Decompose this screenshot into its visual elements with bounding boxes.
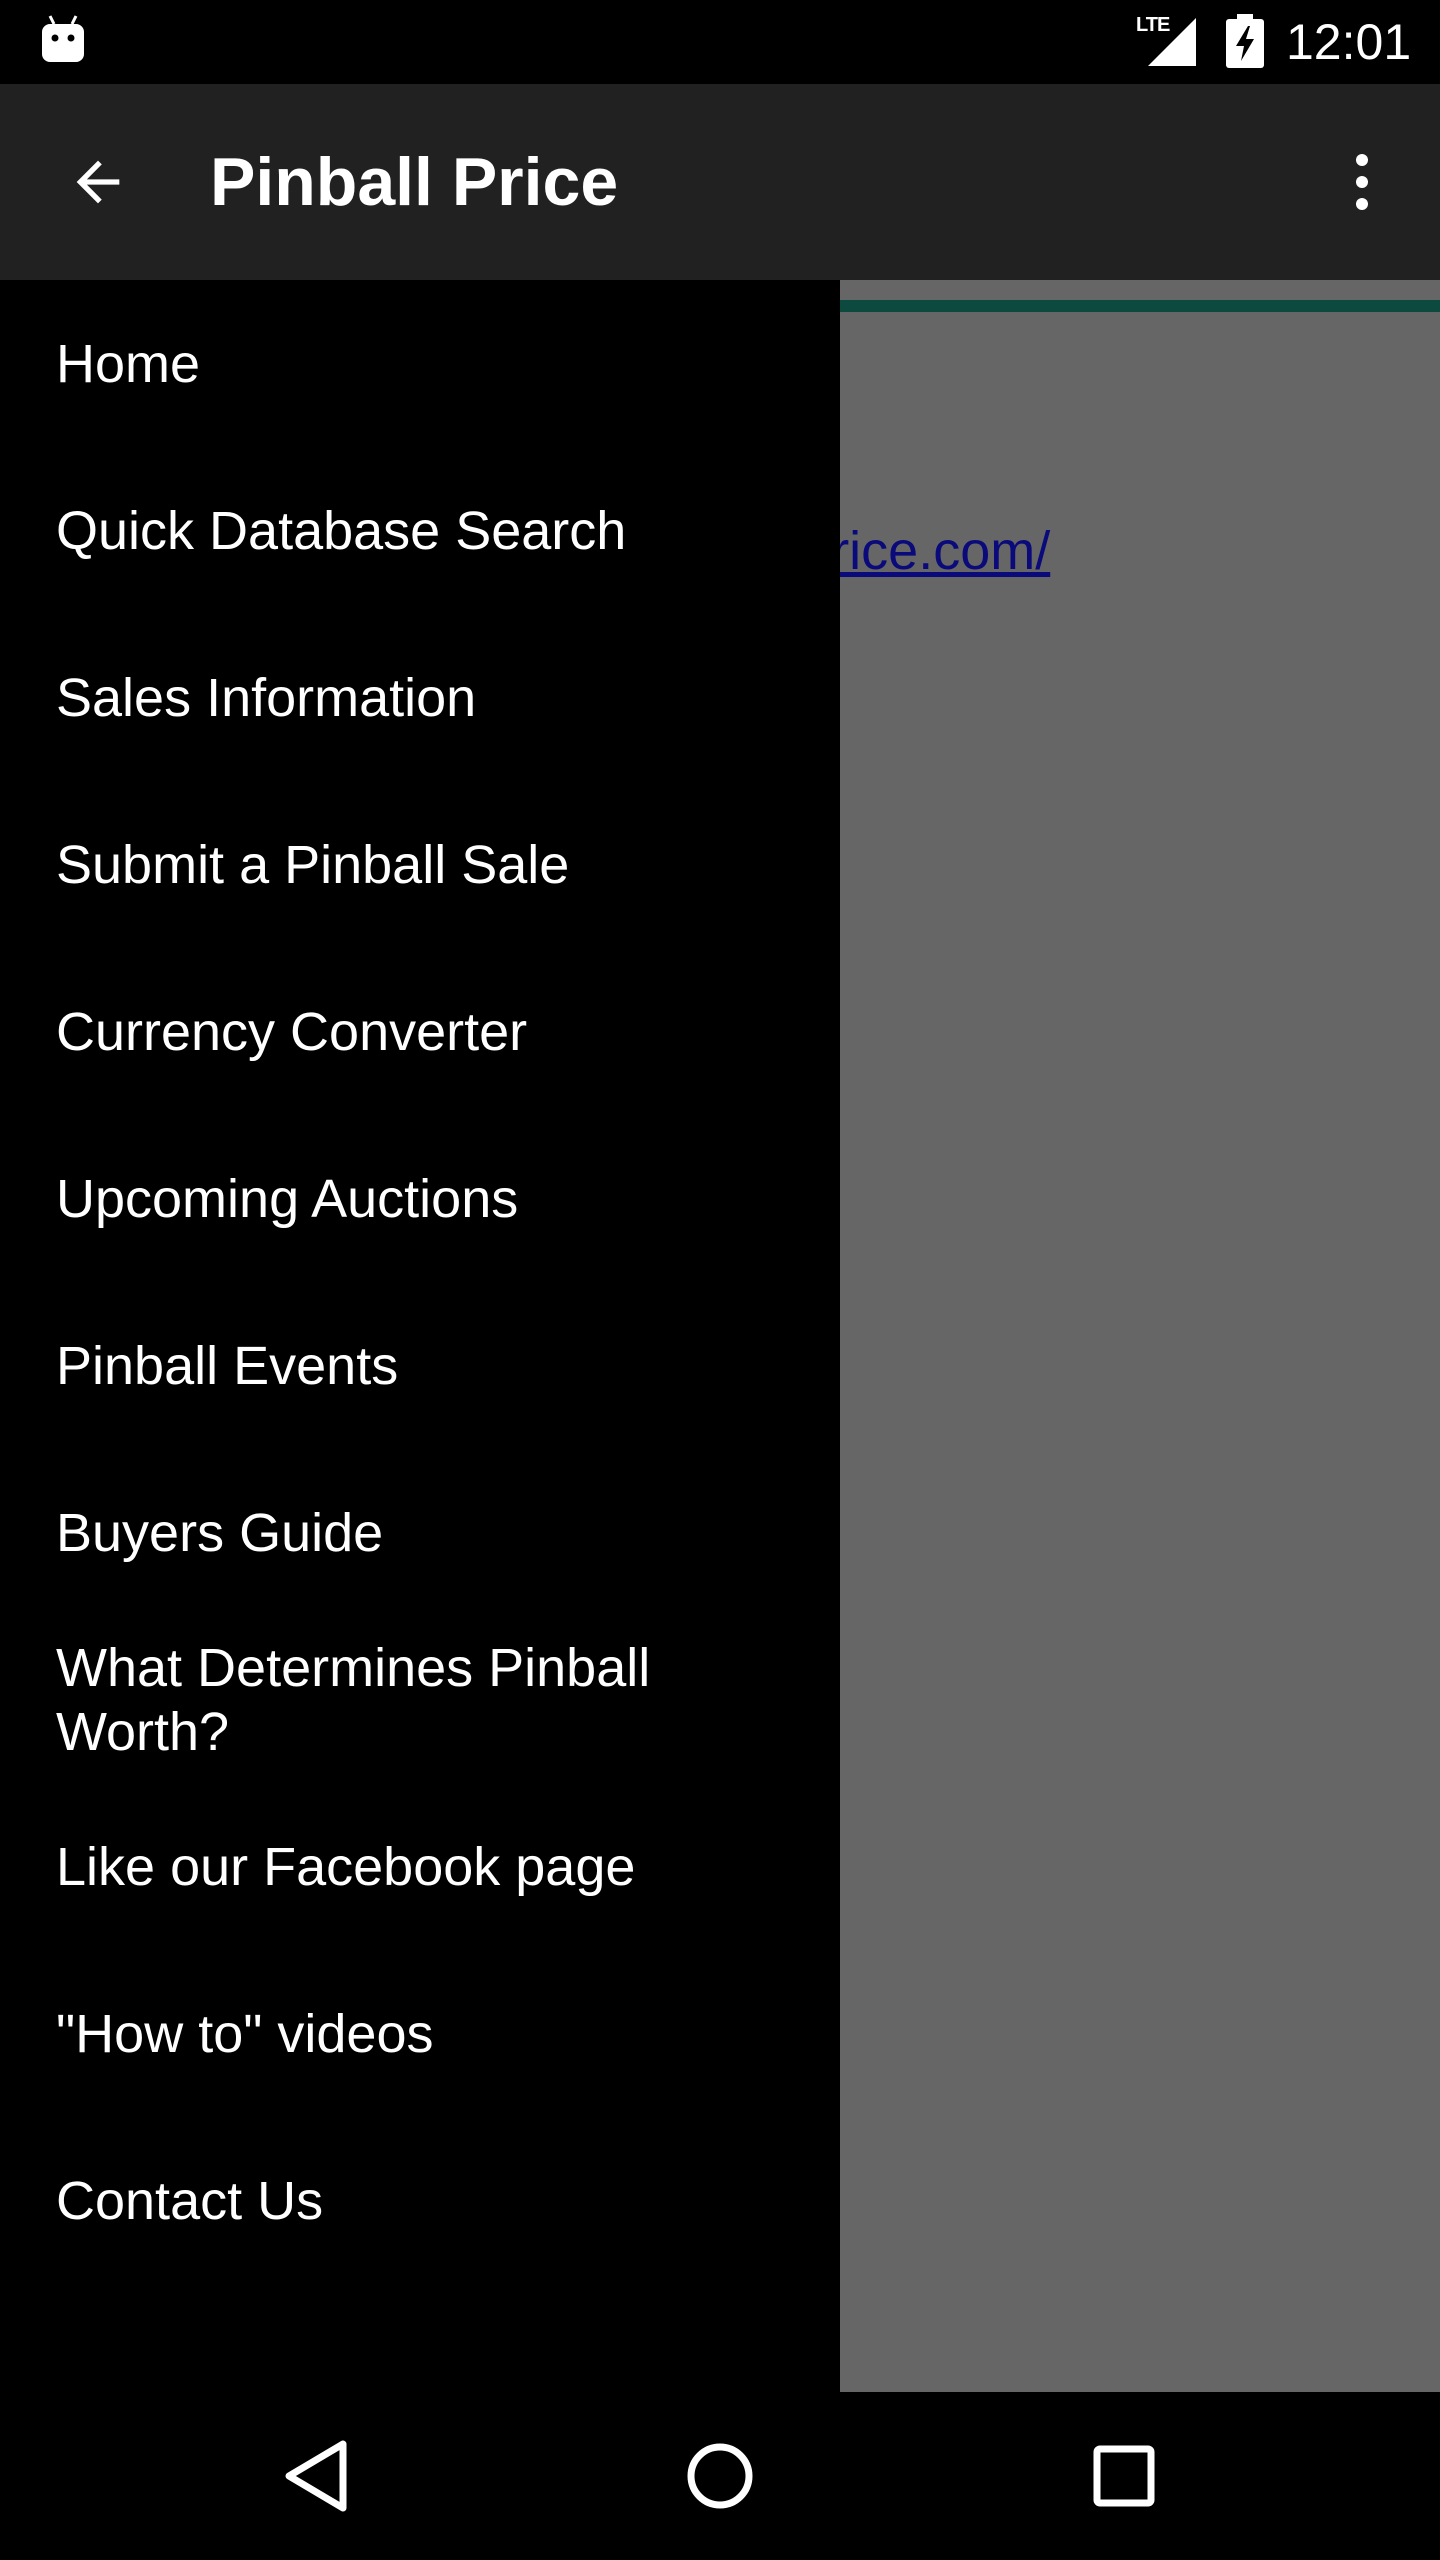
drawer-item-sales-information[interactable]: Sales Information [0,614,840,781]
nav-recents-button[interactable] [1074,2426,1174,2526]
nav-back-button[interactable] [266,2426,366,2526]
navigation-drawer: Home Quick Database Search Sales Informa… [0,280,840,2392]
drawer-item-label: Buyers Guide [56,1502,384,1563]
drawer-item-pinball-events[interactable]: Pinball Events [0,1282,840,1449]
drawer-item-label: Like our Facebook page [56,1836,636,1897]
page-title: Pinball Price [210,144,619,220]
nav-home-button[interactable] [670,2426,770,2526]
drawer-item-label: Contact Us [56,2170,324,2231]
system-navigation-bar [0,2392,1440,2560]
drawer-item-upcoming-auctions[interactable]: Upcoming Auctions [0,1115,840,1282]
more-vert-icon [1356,154,1368,210]
drawer-item-label: What Determines Pinball Worth? [56,1637,651,1762]
status-bar: LTE 12:01 [0,0,1440,84]
lte-signal-icon: LTE [1136,14,1198,68]
status-time: 12:01 [1286,14,1412,70]
drawer-item-label: Currency Converter [56,1001,528,1062]
home-circle-icon [687,2443,753,2509]
drawer-item-facebook-page[interactable]: Like our Facebook page [0,1783,840,1950]
app-toolbar: Pinball Price [0,84,1440,280]
drawer-item-label: Upcoming Auctions [56,1168,519,1229]
screen: LTE 12:01 Pinball Price Home Quick Datab… [0,0,1440,2560]
drawer-item-label: "How to" videos [56,2003,434,2064]
drawer-item-quick-database-search[interactable]: Quick Database Search [0,447,840,614]
arrow-back-icon [76,160,120,204]
drawer-item-submit-pinball-sale[interactable]: Submit a Pinball Sale [0,781,840,948]
drawer-item-label: Quick Database Search [56,500,627,561]
android-icon [42,15,84,62]
drawer-item-label: Submit a Pinball Sale [56,834,570,895]
drawer-item-what-determines-pinball-worth[interactable]: What Determines Pinball Worth? [0,1616,840,1783]
drawer-item-currency-converter[interactable]: Currency Converter [0,948,840,1115]
more-options-button[interactable] [1316,132,1408,232]
drawer-item-how-to-videos[interactable]: "How to" videos [0,1950,840,2117]
back-triangle-icon [285,2440,347,2512]
drawer-item-label: Pinball Events [56,1335,399,1396]
drawer-item-buyers-guide[interactable]: Buyers Guide [0,1449,840,1616]
drawer-item-label: Sales Information [56,667,477,728]
drawer-item-label: Home [56,333,201,394]
drawer-item-home[interactable]: Home [0,280,840,447]
recents-square-icon [1093,2445,1155,2507]
drawer-item-contact-us[interactable]: Contact Us [0,2117,840,2284]
back-button[interactable] [48,132,148,232]
battery-charging-icon [1226,14,1264,68]
